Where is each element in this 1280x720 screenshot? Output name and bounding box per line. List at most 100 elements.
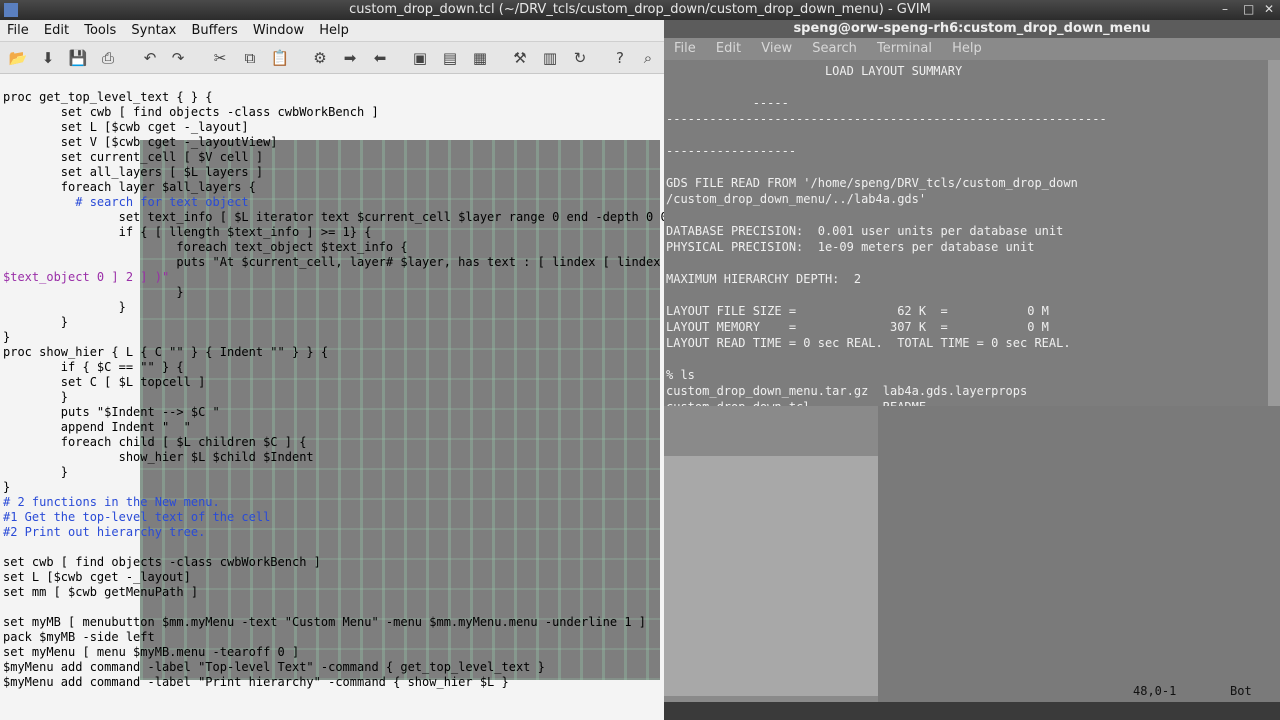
- copy-icon[interactable]: ⧉: [240, 48, 260, 68]
- scroll-position: Bot: [1230, 684, 1252, 698]
- code-line: set cwb [ find objects -class cwbWorkBen…: [3, 105, 379, 119]
- code-line: if { $C == "" } {: [3, 360, 184, 374]
- terminal-line: -----: [666, 96, 789, 110]
- cursor-position: 48,0-1: [1133, 684, 1177, 698]
- code-line: $myMenu add command -label "Top-level Te…: [3, 660, 545, 674]
- find-next-icon[interactable]: ➡: [340, 48, 360, 68]
- terminal-line: MAXIMUM HIERARCHY DEPTH: 2: [666, 272, 862, 286]
- redo-icon[interactable]: ↷: [168, 48, 188, 68]
- code-line: foreach layer $all_layers {: [3, 180, 256, 194]
- save-all-icon[interactable]: 💾: [68, 48, 88, 68]
- save-icon[interactable]: ⬇: [38, 48, 58, 68]
- gvim-toolbar: 📂 ⬇ 💾 ⎙ ↶ ↷ ✂ ⧉ 📋 ⚙ ➡ ⬅ ▣ ▤ ▦ ⚒ ▥ ↻ ? ⌕: [0, 42, 664, 74]
- window-title: custom_drop_down.tcl (~/DRV_tcls/custom_…: [349, 2, 931, 17]
- help-icon[interactable]: ?: [610, 48, 630, 68]
- terminal-line: ------------------: [666, 144, 797, 158]
- code-line: set myMB [ menubutton $mm.myMenu -text "…: [3, 615, 646, 629]
- terminal-menu-search[interactable]: Search: [802, 38, 863, 56]
- terminal-menu-edit[interactable]: Edit: [706, 38, 747, 56]
- code-line: }: [3, 330, 11, 344]
- terminal-line: % ls: [666, 368, 695, 382]
- code-line: foreach text_object $text_info {: [3, 240, 408, 254]
- gvim-window: File Edit Tools Syntax Buffers Window He…: [0, 20, 1280, 720]
- find-help-icon[interactable]: ⌕: [638, 48, 658, 68]
- code-line: set cwb [ find objects -class cwbWorkBen…: [3, 555, 321, 569]
- code-line: proc show_hier { L { C "" } { Indent "" …: [3, 345, 329, 359]
- paste-icon[interactable]: 📋: [270, 48, 290, 68]
- terminal-scrollbar[interactable]: [1268, 60, 1280, 406]
- terminal-menu-terminal[interactable]: Terminal: [867, 38, 938, 56]
- terminal-line: custom_drop_down_menu.tar.gz lab4a.gds.l…: [666, 384, 1028, 398]
- code-line: }: [3, 480, 11, 494]
- run-script-icon[interactable]: ▦: [470, 48, 490, 68]
- menu-tools[interactable]: Tools: [77, 20, 120, 38]
- code-line: }: [3, 300, 126, 314]
- code-line: set mm [ $cwb getMenuPath ]: [3, 585, 199, 599]
- maximize-icon[interactable]: □: [1243, 2, 1254, 16]
- terminal-line: /custom_drop_down_menu/../lab4a.gds': [666, 192, 927, 206]
- code-line: # 2 functions in the New menu.: [3, 495, 220, 509]
- code-line: set all_layers [ $L layers ]: [3, 165, 264, 179]
- terminal-line: GDS FILE READ FROM '/home/speng/DRV_tcls…: [666, 176, 1078, 190]
- code-line: # search for text object: [3, 195, 249, 209]
- code-line: #1 Get the top-level text of the cell: [3, 510, 271, 524]
- window-titlebar[interactable]: custom_drop_down.tcl (~/DRV_tcls/custom_…: [0, 0, 1280, 20]
- code-line: set text_info [ $L iterator text $curren…: [3, 210, 683, 224]
- code-line: #2 Print out hierarchy tree.: [3, 525, 206, 539]
- jump-tag-icon[interactable]: ↻: [570, 48, 590, 68]
- load-session-icon[interactable]: ▣: [410, 48, 430, 68]
- terminal-window[interactable]: speng@orw-speng-rh6:custom_drop_down_men…: [664, 20, 1280, 430]
- menu-help[interactable]: Help: [312, 20, 353, 38]
- menu-file[interactable]: File: [0, 20, 33, 38]
- terminal-menu-view[interactable]: View: [751, 38, 798, 56]
- code-line: puts "$Indent --> $C ": [3, 405, 220, 419]
- open-icon[interactable]: 📂: [8, 48, 28, 68]
- code-line: $text_object 0 ] 2 ] )": [3, 270, 170, 284]
- terminal-line: LAYOUT MEMORY = 307 K = 0 M: [666, 320, 1049, 334]
- make-icon[interactable]: ⚒: [510, 48, 530, 68]
- code-line: set L [$cwb cget -_layout]: [3, 120, 249, 134]
- code-line: foreach child [ $L children $C ] {: [3, 435, 307, 449]
- code-line: pack $myMB -side left: [3, 630, 155, 644]
- code-line: set L [$cwb cget -_layout]: [3, 570, 191, 584]
- menu-syntax[interactable]: Syntax: [124, 20, 180, 38]
- terminal-line: LOAD LAYOUT SUMMARY: [666, 64, 963, 78]
- find-prev-icon[interactable]: ⬅: [370, 48, 390, 68]
- code-line: set myMenu [ menu $myMB.menu -tearoff 0 …: [3, 645, 300, 659]
- vim-statusline: 48,0-1 Bot: [0, 682, 1280, 700]
- background-area: [878, 406, 1280, 702]
- code-line: }: [3, 315, 69, 329]
- code-line: set C [ $L topcell ]: [3, 375, 206, 389]
- code-line: show_hier $L $child $Indent: [3, 450, 314, 464]
- code-line: }: [3, 285, 184, 299]
- close-icon[interactable]: ✕: [1264, 2, 1274, 16]
- print-icon[interactable]: ⎙: [98, 48, 118, 68]
- terminal-line: LAYOUT READ TIME = 0 sec REAL. TOTAL TIM…: [666, 336, 1071, 350]
- code-line: }: [3, 465, 69, 479]
- build-tags-icon[interactable]: ▥: [540, 48, 560, 68]
- save-session-icon[interactable]: ▤: [440, 48, 460, 68]
- terminal-menu-help[interactable]: Help: [942, 38, 988, 56]
- find-replace-icon[interactable]: ⚙: [310, 48, 330, 68]
- menu-window[interactable]: Window: [246, 20, 308, 38]
- gvim-menubar: File Edit Tools Syntax Buffers Window He…: [0, 20, 664, 42]
- code-line: set current_cell [ $V cell ]: [3, 150, 264, 164]
- menu-edit[interactable]: Edit: [37, 20, 73, 38]
- code-line: set V [$cwb cget -_layoutView]: [3, 135, 278, 149]
- terminal-title: speng@orw-speng-rh6:custom_drop_down_men…: [664, 20, 1280, 38]
- cut-icon[interactable]: ✂: [210, 48, 230, 68]
- code-line: proc get_top_level_text { } {: [3, 90, 213, 104]
- code-line: append Indent " ": [3, 420, 191, 434]
- terminal-line: ----------------------------------------…: [666, 112, 1107, 126]
- code-line: }: [3, 390, 69, 404]
- menu-buffers[interactable]: Buffers: [185, 20, 242, 38]
- terminal-menubar: File Edit View Search Terminal Help: [664, 38, 1280, 60]
- terminal-line: PHYSICAL PRECISION: 1e-09 meters per dat…: [666, 240, 1035, 254]
- terminal-line: DATABASE PRECISION: 0.001 user units per…: [666, 224, 1064, 238]
- undo-icon[interactable]: ↶: [140, 48, 160, 68]
- minimize-icon[interactable]: –: [1222, 2, 1228, 16]
- layer-swatch-grid[interactable]: [664, 456, 878, 696]
- layer-palette-panel: [664, 406, 1280, 702]
- terminal-menu-file[interactable]: File: [664, 38, 702, 56]
- terminal-line: LAYOUT FILE SIZE = 62 K = 0 M: [666, 304, 1049, 318]
